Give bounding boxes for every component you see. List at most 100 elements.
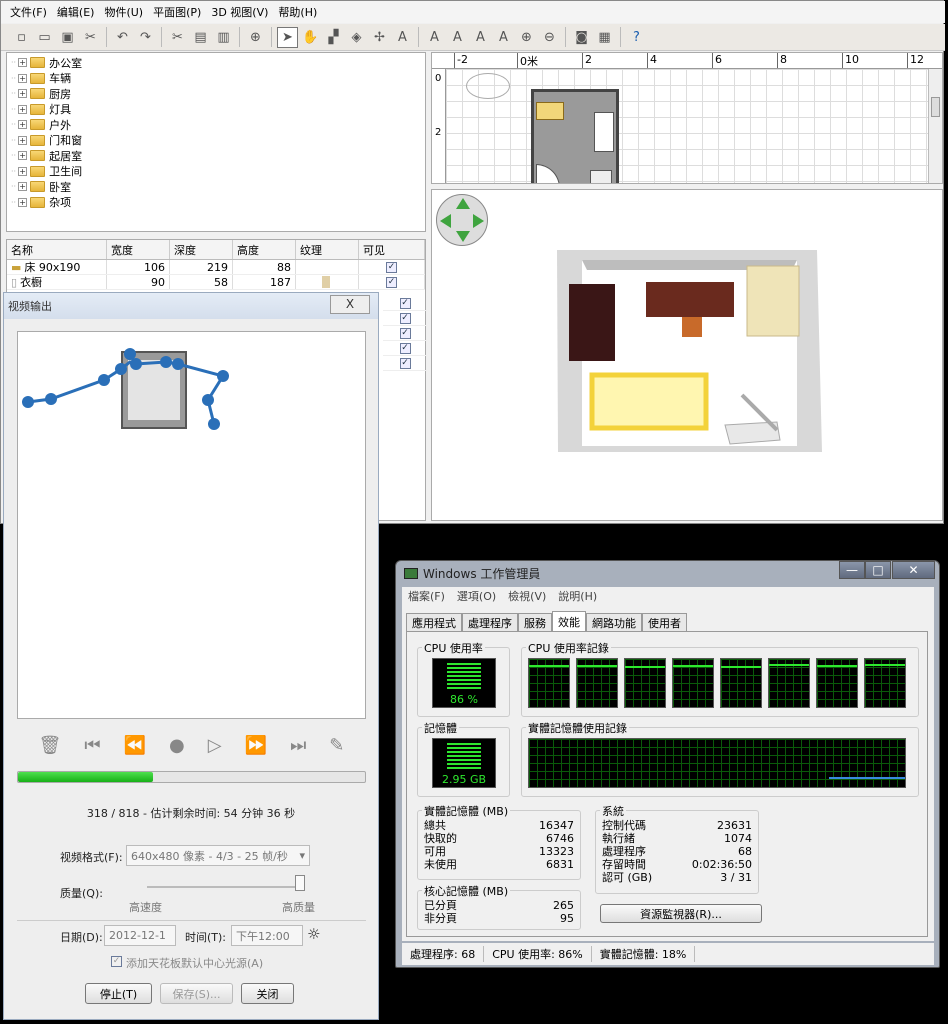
select-icon[interactable]: ➤ <box>277 26 298 48</box>
visible-checkbox[interactable]: ✓ <box>386 261 397 273</box>
new-icon[interactable]: ▫ <box>11 27 32 48</box>
photo-icon[interactable]: ◙ <box>571 27 592 48</box>
expand-icon[interactable]: + <box>18 58 28 68</box>
text-size-icon[interactable]: A <box>447 27 468 48</box>
video-icon[interactable]: ▦ <box>594 27 615 48</box>
minimize-button[interactable]: — <box>839 561 865 579</box>
catalog-item[interactable]: ·· + 卫生间 <box>7 164 425 180</box>
menu-file[interactable]: 檔案(F) <box>402 588 451 604</box>
tab-performance[interactable]: 效能 <box>552 611 586 632</box>
catalog-item[interactable]: ·· + 户外 <box>7 117 425 133</box>
catalog-item[interactable]: ·· + 厨房 <box>7 86 425 102</box>
expand-icon[interactable]: + <box>18 151 28 161</box>
stop-button[interactable]: 停止(T) <box>85 983 152 1004</box>
plan-cabinet[interactable] <box>590 170 612 183</box>
sun-icon[interactable]: ☼ <box>307 925 320 943</box>
help-icon[interactable]: ? <box>626 27 647 48</box>
create-dimensions-icon[interactable]: ✢ <box>369 27 390 48</box>
close-button[interactable]: X <box>330 295 370 314</box>
cut2-icon[interactable]: ✂ <box>167 27 188 48</box>
create-walls-icon[interactable]: ▞ <box>323 27 344 48</box>
trash-icon[interactable]: 🗑 <box>39 735 62 756</box>
menu-furniture[interactable]: 物件(U) <box>99 4 148 20</box>
close-window-button[interactable]: ✕ <box>892 561 935 579</box>
room-shape[interactable] <box>531 89 619 183</box>
undo-icon[interactable]: ↶ <box>112 27 133 48</box>
open-icon[interactable]: ▭ <box>34 27 55 48</box>
paste-icon[interactable]: ▥ <box>213 27 234 48</box>
expand-icon[interactable]: + <box>18 166 28 176</box>
tab-applications[interactable]: 應用程式 <box>406 613 462 632</box>
expand-icon[interactable]: + <box>18 197 28 207</box>
visible-checkbox[interactable]: ✓ <box>399 297 411 309</box>
ceiling-light-checkbox[interactable]: ✓ <box>111 956 122 967</box>
menu-help[interactable]: 帮助(H) <box>273 4 322 20</box>
catalog-item[interactable]: ·· + 起居室 <box>7 148 425 164</box>
redo-icon[interactable]: ↷ <box>135 27 156 48</box>
bold-icon[interactable]: A <box>470 27 491 48</box>
tab-processes[interactable]: 處理程序 <box>462 613 518 632</box>
plan-view[interactable]: -2 0米 2 4 6 8 10 12 0 2 <box>431 52 943 184</box>
table-row[interactable]: ▬ 床 90x190 106 219 88 ✓ <box>7 260 425 275</box>
tab-users[interactable]: 使用者 <box>642 613 687 632</box>
record-icon[interactable]: ● <box>169 735 185 756</box>
text-style-icon[interactable]: A <box>424 27 445 48</box>
expand-icon[interactable]: + <box>18 182 28 192</box>
add-text-icon[interactable]: A <box>392 27 413 48</box>
play-icon[interactable]: ▷ <box>208 735 222 756</box>
copy-icon[interactable]: ▤ <box>190 27 211 48</box>
date-field[interactable]: 2012-12-1 <box>104 925 176 946</box>
save-button[interactable]: 保存(S)... <box>160 983 233 1004</box>
fast-forward-icon[interactable]: ⏩ <box>245 735 267 756</box>
create-rooms-icon[interactable]: ◈ <box>346 27 367 48</box>
format-select[interactable]: 640x480 像素 - 4/3 - 25 帧/秒 ▾ <box>126 845 310 866</box>
catalog-item[interactable]: ·· + 办公室 <box>7 55 425 71</box>
menu-plan[interactable]: 平面图(P) <box>148 4 206 20</box>
menu-options[interactable]: 選項(O) <box>451 588 502 604</box>
quality-slider-track[interactable] <box>147 886 304 888</box>
expand-icon[interactable]: + <box>18 89 28 99</box>
catalog-item[interactable]: ·· + 灯具 <box>7 102 425 118</box>
catalog-item[interactable]: ·· + 卧室 <box>7 179 425 195</box>
visible-checkbox[interactable]: ✓ <box>386 276 397 288</box>
maximize-button[interactable]: □ <box>865 561 891 579</box>
visible-checkbox[interactable]: ✓ <box>399 357 411 369</box>
plan-scrollbar[interactable] <box>928 69 942 183</box>
camera-icon[interactable] <box>466 73 510 99</box>
add-furniture-icon[interactable]: ⊕ <box>245 27 266 48</box>
pan-icon[interactable]: ✋ <box>300 27 321 48</box>
zoom-out-icon[interactable]: ⊖ <box>539 27 560 48</box>
expand-icon[interactable]: + <box>18 135 28 145</box>
visible-checkbox[interactable]: ✓ <box>399 342 411 354</box>
tab-networking[interactable]: 網路功能 <box>586 613 642 632</box>
plan-wardrobe[interactable] <box>594 112 614 152</box>
time-field[interactable]: 下午12:00 <box>231 925 303 946</box>
broom-icon[interactable]: ✎ <box>329 735 344 756</box>
plan-grid[interactable] <box>446 69 930 183</box>
catalog-item[interactable]: ·· + 杂项 <box>7 195 425 211</box>
zoom-in-icon[interactable]: ⊕ <box>516 27 537 48</box>
col-texture[interactable]: 纹理 <box>296 240 359 259</box>
resource-monitor-button[interactable]: 資源監視器(R)... <box>600 904 762 923</box>
close-dialog-button[interactable]: 关闭 <box>241 983 294 1004</box>
col-height[interactable]: 高度 <box>233 240 296 259</box>
skip-start-icon[interactable]: ⏮ <box>84 735 100 756</box>
cut-icon[interactable]: ✂ <box>80 27 101 48</box>
quality-slider-thumb[interactable] <box>295 875 305 891</box>
expand-icon[interactable]: + <box>18 104 28 114</box>
3d-view[interactable] <box>431 189 943 521</box>
table-row[interactable]: ▯ 衣橱 90 58 187 ✓ <box>7 275 425 290</box>
plan-door[interactable] <box>536 164 560 183</box>
menu-3d-view[interactable]: 3D 视图(V) <box>206 4 273 20</box>
tab-services[interactable]: 服務 <box>518 613 552 632</box>
col-visible[interactable]: 可见 <box>359 240 425 259</box>
skip-end-icon[interactable]: ⏭ <box>290 735 306 756</box>
catalog-item[interactable]: ·· + 车辆 <box>7 71 425 87</box>
menu-edit[interactable]: 编辑(E) <box>52 4 100 20</box>
expand-icon[interactable]: + <box>18 120 28 130</box>
scrollbar-thumb[interactable] <box>931 97 940 117</box>
menu-help[interactable]: 說明(H) <box>552 588 603 604</box>
plan-bed[interactable] <box>536 102 564 120</box>
expand-icon[interactable]: + <box>18 73 28 83</box>
col-width[interactable]: 宽度 <box>107 240 170 259</box>
